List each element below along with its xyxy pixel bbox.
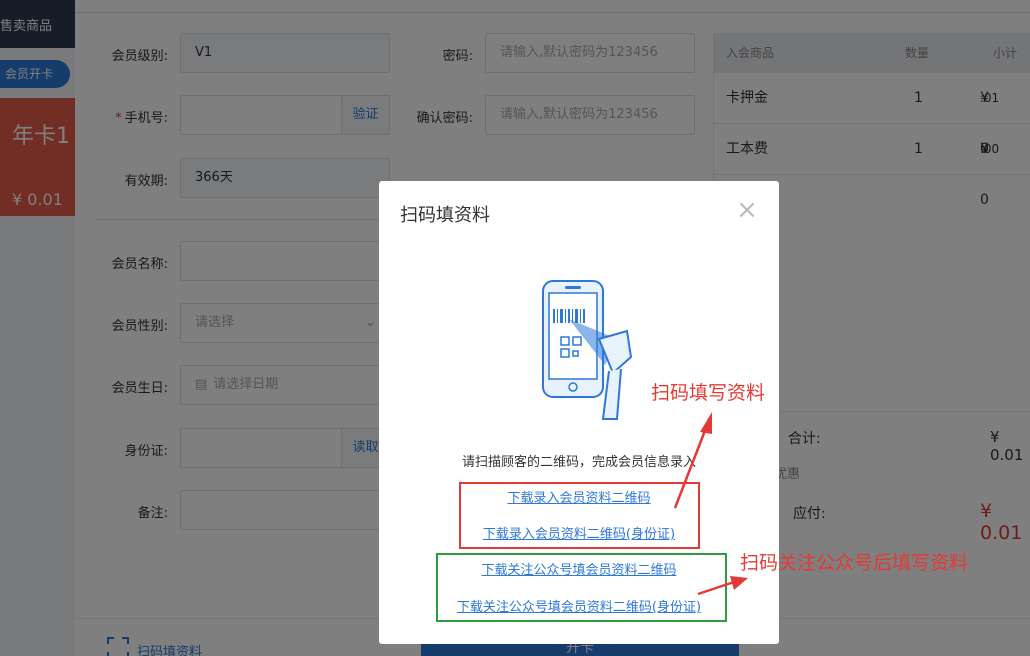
red-highlight-box xyxy=(459,482,700,549)
phone-scan-illustration xyxy=(542,280,633,420)
close-icon[interactable]: × xyxy=(735,197,759,223)
red-annotation-note: 扫码填写资料 xyxy=(651,382,766,404)
scan-instruction: 请扫描顾客的二维码，完成会员信息录入 xyxy=(461,455,696,470)
modal-title: 扫码填资料 xyxy=(400,205,490,226)
green-annotation-note: 扫码关注公众号后填写资料 xyxy=(740,552,969,574)
green-highlight-box xyxy=(436,553,727,622)
